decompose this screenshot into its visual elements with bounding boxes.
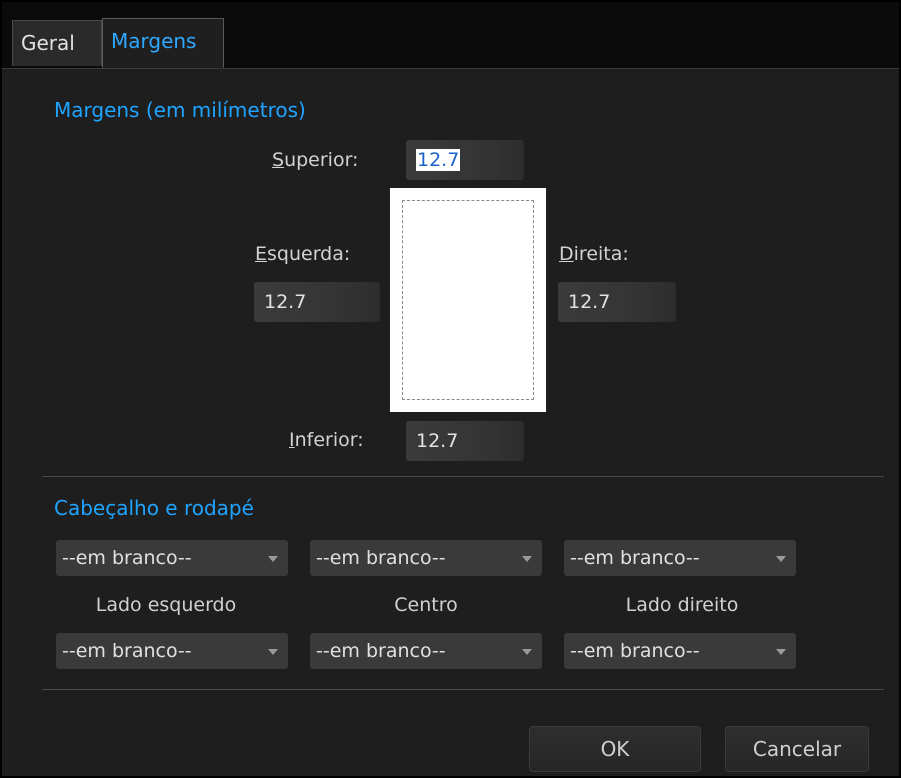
margins-section-title: Margens (em milímetros): [54, 98, 306, 122]
right-margin-label: Direita:: [559, 243, 629, 265]
chevron-down-icon: [268, 649, 278, 655]
divider: [42, 476, 884, 477]
left-margin-input[interactable]: 12.7: [254, 282, 380, 322]
footer-center-select[interactable]: --em branco--: [310, 633, 542, 669]
footer-left-select[interactable]: --em branco--: [56, 633, 288, 669]
header-footer-section-title: Cabeçalho e rodapé: [54, 496, 254, 520]
chevron-down-icon: [776, 556, 786, 562]
bottom-margin-input[interactable]: 12.7: [406, 421, 524, 461]
top-margin-label: Superior:: [272, 149, 359, 171]
header-center-select[interactable]: --em branco--: [310, 540, 542, 576]
position-label-left: Lado esquerdo: [95, 594, 237, 616]
chevron-down-icon: [776, 649, 786, 655]
ok-button[interactable]: OK: [529, 726, 701, 772]
chevron-down-icon: [522, 649, 532, 655]
page-preview: [390, 188, 546, 412]
bottom-margin-label: Inferior:: [289, 429, 364, 451]
margin-outline: [402, 200, 534, 400]
chevron-down-icon: [268, 556, 278, 562]
header-left-select[interactable]: --em branco--: [56, 540, 288, 576]
position-label-center: Centro: [394, 594, 458, 616]
tab-bar: Geral Margens: [2, 2, 899, 69]
header-right-select[interactable]: --em branco--: [564, 540, 796, 576]
top-margin-input[interactable]: 12.7: [406, 140, 524, 180]
right-margin-input[interactable]: 12.7: [558, 282, 676, 322]
tab-geral[interactable]: Geral: [12, 20, 102, 66]
chevron-down-icon: [522, 556, 532, 562]
footer-right-select[interactable]: --em branco--: [564, 633, 796, 669]
position-label-right: Lado direito: [625, 594, 739, 616]
cancel-button[interactable]: Cancelar: [725, 726, 869, 772]
page-setup-dialog: Geral Margens Margens (em milímetros) Su…: [0, 0, 901, 778]
tab-margens[interactable]: Margens: [102, 18, 224, 68]
left-margin-label: Esquerda:: [255, 243, 351, 265]
divider: [42, 689, 884, 690]
